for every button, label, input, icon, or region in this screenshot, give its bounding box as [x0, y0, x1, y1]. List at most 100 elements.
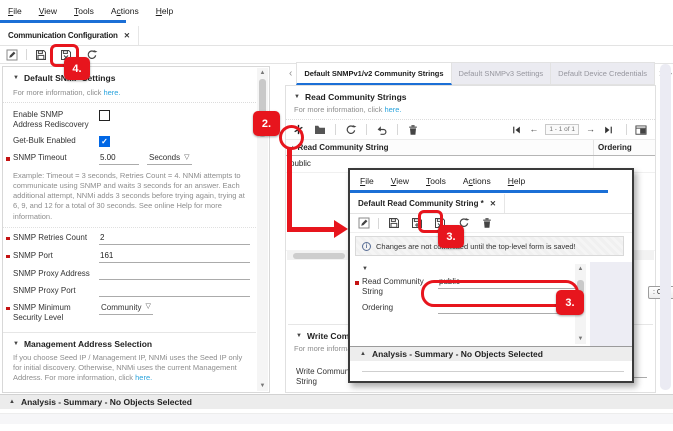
refresh-icon[interactable] — [345, 124, 357, 136]
last-page-icon[interactable] — [602, 124, 614, 136]
desc-text: If you choose Seed IP / Management IP, N… — [13, 352, 243, 382]
section-default-snmp-settings[interactable]: ▼ Default SNMP Settings — [3, 67, 256, 87]
mgmt-help-link[interactable]: here. — [135, 373, 152, 382]
tab-close-icon[interactable]: ✕ — [124, 31, 130, 40]
enable-snmp-rediscovery-row: Enable SNMP Address Rediscovery — [3, 107, 256, 133]
snmp-help-link[interactable]: here. — [103, 88, 120, 97]
save-icon[interactable] — [388, 217, 400, 229]
menu-actions[interactable]: Actions — [111, 6, 139, 16]
step-badge-2: 2. — [253, 111, 280, 136]
mgmt-description: If you choose Seed IP / Management IP, N… — [3, 353, 256, 388]
toolbar-separator — [397, 124, 398, 135]
tab-default-snmpv3-settings[interactable]: Default SNMPv3 Settings — [451, 62, 552, 85]
read-help-link[interactable]: here. — [384, 105, 401, 114]
ordering-label: Ordering — [362, 303, 394, 312]
snmp-port-input[interactable]: 161 — [99, 251, 250, 263]
tab-label: Communication Configuration — [8, 31, 118, 40]
column-label: Ordering — [598, 143, 632, 152]
menu-file[interactable]: File — [8, 6, 22, 16]
next-page-icon[interactable]: → — [586, 125, 595, 134]
menu-view[interactable]: View — [391, 176, 409, 186]
column-label: Read Community String — [297, 143, 389, 152]
right-tabstrip: ‹ Default SNMPv1/v2 Community Strings De… — [285, 62, 673, 85]
tab-scroll-left-icon[interactable]: ‹ — [285, 68, 296, 79]
section-management-address-selection-box: ▼ Management Address Selection If you ch… — [3, 331, 256, 392]
edit-icon[interactable] — [358, 217, 370, 229]
section-read-community-strings[interactable]: ▼ Read Community Strings — [286, 86, 655, 105]
tab-communication-configuration[interactable]: Communication Configuration ✕ — [0, 26, 139, 45]
first-page-icon[interactable] — [510, 124, 522, 136]
menu-help[interactable]: Help — [508, 176, 525, 186]
scroll-up-icon[interactable]: ▲ — [257, 68, 268, 78]
menu-actions[interactable]: Actions — [463, 176, 491, 186]
read-info-row: For more information, click here. — [286, 105, 655, 120]
prev-page-icon[interactable]: ← — [529, 125, 538, 134]
scrollbar-thumb[interactable] — [293, 252, 345, 259]
left-settings-content: ▼ Default SNMP Settings For more informa… — [3, 67, 256, 392]
snmp-proxy-port-row: SNMP Proxy Port — [3, 283, 256, 300]
delete-icon[interactable] — [481, 217, 493, 229]
section-title: Management Address Selection — [23, 338, 153, 349]
tab-default-device-credentials[interactable]: Default Device Credentials — [551, 62, 655, 85]
tab-default-snmpv1v2-community-strings[interactable]: Default SNMPv1/v2 Community Strings — [296, 62, 452, 85]
popup-analysis-bar[interactable]: ▲ Analysis - Summary - No Objects Select… — [350, 346, 632, 361]
toolbar-separator — [26, 49, 27, 60]
collapse-icon[interactable]: ▼ — [13, 341, 19, 347]
snmp-proxy-port-input[interactable] — [99, 286, 250, 297]
scroll-down-icon[interactable]: ▼ — [575, 334, 586, 344]
collapse-icon[interactable]: ▼ — [294, 94, 300, 100]
scroll-down-icon[interactable]: ▼ — [257, 381, 268, 391]
snmp-min-security-select[interactable]: Community ▽ — [99, 303, 153, 315]
menu-file[interactable]: File — [360, 176, 374, 186]
menubar-accent-line — [0, 20, 126, 23]
menu-tools[interactable]: Tools — [74, 6, 94, 16]
analysis-panel-bar[interactable]: ▲ Analysis - Summary - No Objects Select… — [0, 394, 673, 409]
snmp-timeout-unit-select[interactable]: Seconds ▽ — [147, 153, 192, 165]
snmp-proxy-address-input[interactable] — [99, 269, 250, 280]
info-icon: i — [362, 241, 371, 251]
get-bulk-enabled-label: Get-Bulk Enabled — [13, 136, 76, 145]
tab-label: Default Device Credentials — [558, 69, 647, 78]
analysis-bar-label: Analysis - Summary - No Objects Selected — [20, 397, 192, 407]
tab-close-icon[interactable]: ✕ — [490, 199, 496, 208]
menu-help[interactable]: Help — [156, 6, 173, 16]
read-strings-toolbar: ← 1 - 1 of 1 → — [286, 120, 655, 140]
snmp-proxy-port-label: SNMP Proxy Port — [13, 285, 76, 295]
form-section-toggle[interactable]: ▼ — [350, 262, 590, 274]
toolbar-separator — [378, 217, 379, 229]
unsaved-changes-banner: i Changes are not committed until the to… — [355, 236, 624, 256]
tab-label: Default Read Community String * — [358, 199, 484, 208]
annotation-arrowhead — [334, 220, 348, 238]
analysis-bar-label: Analysis - Summary - No Objects Selected — [371, 349, 543, 359]
highlight-new-button — [279, 125, 304, 150]
enable-snmp-rediscovery-checkbox[interactable] — [99, 110, 110, 121]
collapse-icon[interactable]: ▼ — [362, 266, 368, 272]
section-management-address-selection[interactable]: ▼ Management Address Selection — [3, 333, 256, 353]
menu-view[interactable]: View — [39, 6, 57, 16]
dropdown-icon: ▽ — [184, 153, 190, 161]
expand-icon[interactable]: ▲ — [9, 399, 15, 405]
undo-icon[interactable] — [376, 124, 388, 136]
open-table-view-icon[interactable] — [635, 124, 647, 136]
annotation-arrow-line-vertical — [287, 149, 292, 229]
get-bulk-enabled-row: Get-Bulk Enabled ✓ — [3, 133, 256, 150]
edit-icon[interactable] — [6, 49, 18, 61]
tab-label: Default SNMPv3 Settings — [458, 69, 544, 78]
save-icon[interactable] — [35, 49, 47, 61]
column-read-community-string[interactable]: ▲ Read Community String — [286, 140, 593, 155]
get-bulk-enabled-checkbox[interactable]: ✓ — [99, 136, 110, 147]
scroll-up-icon[interactable]: ▲ — [575, 264, 586, 274]
column-ordering[interactable]: Ordering — [593, 140, 655, 155]
snmp-timeout-input[interactable]: 5.00 — [99, 153, 139, 165]
snmp-retries-input[interactable]: 2 — [99, 233, 250, 245]
snmp-min-security-row: SNMP Minimum Security Level Community ▽ — [3, 300, 256, 326]
snmp-port-label: SNMP Port — [13, 250, 53, 260]
collapse-icon[interactable]: ▼ — [296, 333, 302, 339]
section-title: Read Community Strings — [304, 92, 407, 102]
collapse-icon[interactable]: ▼ — [13, 75, 19, 81]
expand-icon[interactable]: ▲ — [360, 351, 366, 357]
right-panel-scrollbar[interactable] — [660, 64, 671, 390]
menu-tools[interactable]: Tools — [426, 176, 446, 186]
open-icon[interactable] — [314, 124, 326, 136]
delete-icon[interactable] — [407, 124, 419, 136]
